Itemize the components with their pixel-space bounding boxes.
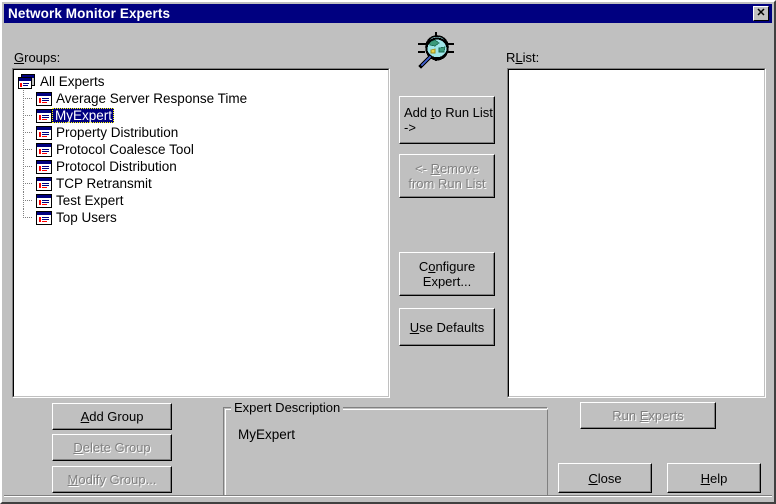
expert-description-legend: Expert Description xyxy=(231,400,344,415)
tree-item[interactable]: TCP Retransmit xyxy=(14,175,388,192)
help-button[interactable]: Help xyxy=(667,463,761,493)
tree-item[interactable]: Test Expert xyxy=(14,192,388,209)
add-group-button[interactable]: Add Group xyxy=(52,403,172,430)
remove-from-run-list-line1: <- Remove xyxy=(415,161,479,176)
network-monitor-experts-dialog: Network Monitor Experts ✕ Groups: All Ex… xyxy=(0,0,776,504)
groups-label-rest: roups: xyxy=(24,50,61,65)
expert-window-icon xyxy=(36,142,52,157)
experts-folder-icon xyxy=(18,73,36,90)
tree-item[interactable]: MyExpert xyxy=(14,107,388,124)
run-list-label-accel: L xyxy=(515,50,523,65)
use-defaults-button[interactable]: Use Defaults xyxy=(399,308,495,346)
modify-group-button[interactable]: Modify Group... xyxy=(52,466,172,493)
bottom-separator xyxy=(4,495,772,497)
run-list-label-pre: R xyxy=(506,50,516,65)
expert-window-icon xyxy=(36,159,52,174)
expert-window-icon xyxy=(36,91,52,106)
help-label: Help xyxy=(700,470,728,486)
tree-item[interactable]: Protocol Coalesce Tool xyxy=(14,141,388,158)
expert-window-icon xyxy=(36,125,52,140)
tree-item[interactable]: Average Server Response Time xyxy=(14,90,388,107)
use-defaults-label: Use Defaults xyxy=(409,319,485,335)
run-list-label: RList: xyxy=(506,50,539,65)
expert-window-icon xyxy=(36,176,52,191)
close-label: Close xyxy=(588,470,622,486)
run-list-label-post: ist: xyxy=(522,50,540,65)
tree-item[interactable]: Protocol Distribution xyxy=(14,158,388,175)
expert-description-text: MyExpert xyxy=(238,427,296,442)
modify-group-label: Modify Group... xyxy=(67,472,157,487)
expert-window-icon xyxy=(36,193,52,208)
expert-window-icon xyxy=(36,108,52,123)
add-to-run-list-line1: Add to Run List xyxy=(404,105,493,120)
window-title: Network Monitor Experts xyxy=(8,6,171,21)
title-bar[interactable]: Network Monitor Experts ✕ xyxy=(4,4,772,23)
tree-item-label: Top Users xyxy=(56,210,117,225)
tree-item-label: Protocol Coalesce Tool xyxy=(56,142,194,157)
tree-item[interactable]: Property Distribution xyxy=(14,124,388,141)
expert-window-icon xyxy=(36,210,52,225)
expert-description-groupbox xyxy=(223,407,548,497)
close-icon: ✕ xyxy=(756,7,766,19)
remove-from-run-list-button[interactable]: <- Remove from Run List xyxy=(399,154,495,198)
groups-label: Groups: xyxy=(14,50,60,65)
tree-item-label: Property Distribution xyxy=(56,125,179,140)
tree-item-label: Test Expert xyxy=(56,193,124,208)
groups-label-accel: G xyxy=(14,50,25,65)
delete-group-button[interactable]: Delete Group xyxy=(52,434,172,461)
delete-group-label: Delete Group xyxy=(73,440,151,455)
tree-item-label: Protocol Distribution xyxy=(56,159,177,174)
add-to-run-list-line2: -> xyxy=(404,120,416,135)
close-button-main[interactable]: Close xyxy=(558,463,652,493)
tree-root-item[interactable]: All Experts xyxy=(14,73,388,90)
tree-root-label: All Experts xyxy=(40,74,105,89)
tree-node-list: Average Server Response Time MyExpert Prop… xyxy=(14,90,388,226)
tree-item-label: MyExpert xyxy=(52,108,115,123)
groups-tree-panel[interactable]: All Experts Average Server Response Time… xyxy=(12,68,390,398)
run-list-box[interactable] xyxy=(507,68,766,398)
close-button[interactable]: ✕ xyxy=(753,6,769,21)
add-to-run-list-button[interactable]: Add to Run List -> xyxy=(399,96,495,144)
configure-expert-button[interactable]: Configure Expert... xyxy=(399,252,495,296)
tree-item-label: Average Server Response Time xyxy=(56,91,248,106)
tree-item[interactable]: Top Users xyxy=(14,209,388,226)
tree-item-label: TCP Retransmit xyxy=(56,176,152,191)
configure-expert-line2: Expert... xyxy=(422,274,472,289)
configure-expert-line1: Configure xyxy=(418,259,476,274)
run-experts-label: Run Experts xyxy=(612,408,684,423)
add-group-label: Add Group xyxy=(80,409,144,424)
remove-from-run-list-line2: from Run List xyxy=(408,176,486,191)
magnifier-network-icon xyxy=(414,32,458,70)
run-experts-button[interactable]: Run Experts xyxy=(580,402,716,429)
